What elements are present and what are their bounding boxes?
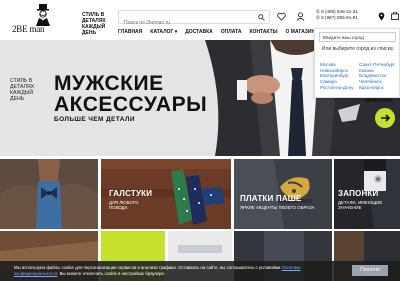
man-with-bowtie-photo — [0, 159, 98, 229]
cookie-text-tail: . Вы можете отключить cookie в настройка… — [57, 270, 165, 276]
hero-next-button[interactable] — [375, 108, 395, 128]
nav-item-catalog[interactable]: Каталог ▾ — [150, 29, 177, 39]
city-link[interactable]: Красноярск — [359, 85, 395, 91]
location-pin-icon[interactable] — [378, 12, 385, 21]
nav-item-payment[interactable]: Оплата — [221, 29, 242, 39]
tile-pocket-squares-subtitle: ЯРКИЕ АКЦЕНТЫ ТВОЕГО ОБРАЗА — [240, 205, 315, 210]
tile-cufflinks-title: ЗАПОНКИ — [338, 189, 379, 198]
cookie-accept-button[interactable]: Понятно — [352, 265, 388, 276]
search-box[interactable] — [118, 10, 270, 29]
cookie-banner: Мы используем файлы cookie для персонали… — [0, 261, 400, 281]
phone-numbers[interactable]: ✆ 8 (495) 648-31-31 ✆ 8 (967) 555-91-91 — [316, 9, 358, 21]
tile-pocket-squares[interactable]: ПЛАТКИ ПАШЕ ЯРКИЕ АКЦЕНТЫ ТВОЕГО ОБРАЗА — [234, 159, 332, 229]
page: 2BE man СТИЛЬ В ДЕТАЛЯХ КАЖДЫЙ ДЕНЬ ✆ 8 … — [0, 0, 400, 281]
phone-1-text[interactable]: 8 (495) 648-31-31 — [321, 9, 358, 14]
nav-item-home[interactable]: Главная — [118, 29, 142, 39]
user-icon[interactable] — [296, 12, 305, 21]
tile-ties-subtitle: ДЛЯ ЛЮБОГО ПОВОДА — [109, 200, 139, 210]
logo[interactable]: 2BE man — [12, 4, 72, 38]
city-link[interactable]: Санкт-Петербург — [359, 62, 395, 68]
slogan: СТИЛЬ В ДЕТАЛЯХ КАЖДЫЙ ДЕНЬ — [82, 12, 106, 36]
tile-ties-title: ГАЛСТУКИ — [109, 189, 153, 198]
phone-2-text[interactable]: 8 (967) 555-91-91 — [321, 15, 358, 20]
tile-cufflinks-subtitle: ДЕТАЛИ, ИМЕЮЩИЕ ЗНАЧЕНИЕ — [338, 200, 383, 210]
hero-tagline: СТИЛЬ В ДЕТАЛЯХ КАЖДЫЙ ДЕНЬ — [10, 78, 35, 102]
cart-icon[interactable] — [391, 12, 399, 20]
hero-title: МУЖСКИЕ АКСЕССУАРЫ — [54, 73, 207, 115]
gentleman-logo-icon — [36, 4, 50, 26]
arrow-right-icon — [381, 114, 391, 122]
hero-side-label: МОМЕНТОВ — [365, 98, 393, 103]
city-list-left: Москва Новосибирск Екатеринбург Самара Р… — [320, 62, 353, 91]
tile-cufflinks[interactable]: ЗАПОНКИ ДЕТАЛИ, ИМЕЮЩИЕ ЗНАЧЕНИЕ — [334, 159, 400, 229]
heart-icon[interactable] — [277, 12, 286, 21]
hero-subtitle: БОЛЬШЕ ЧЕМ ДЕТАЛИ — [54, 116, 135, 123]
cookie-text-main: Мы используем файлы cookie для персонали… — [14, 265, 281, 270]
search-icon[interactable] — [258, 14, 265, 21]
city-list-right: Санкт-Петербург Казань Владивосток Челяб… — [359, 62, 395, 91]
city-selector-dropdown: Или выберите город из списка: Москва Нов… — [314, 28, 400, 98]
tile-pocket-squares-title: ПЛАТКИ ПАШЕ — [240, 194, 302, 203]
nav-item-contacts[interactable]: Контакты — [250, 29, 278, 39]
city-input[interactable] — [319, 32, 396, 42]
tile-man-photo[interactable] — [0, 159, 98, 229]
phone-2[interactable]: ✆ 8 (967) 555-91-91 — [316, 15, 358, 21]
main-nav: Главная Каталог ▾ Доставка Оплата Контак… — [118, 29, 322, 39]
hero-title-line-1: МУЖСКИЕ — [54, 72, 164, 95]
cookie-text: Мы используем файлы cookie для персонали… — [14, 265, 344, 276]
search-input[interactable] — [119, 17, 249, 29]
city-prompt: Или выберите город из списка: — [321, 46, 395, 52]
logo-text: 2BE man — [12, 24, 45, 34]
city-link[interactable]: Ростов-на-Дону — [320, 85, 353, 91]
hero-title-line-2: АКСЕССУАРЫ — [54, 93, 208, 116]
tile-ties[interactable]: ГАЛСТУКИ ДЛЯ ЛЮБОГО ПОВОДА — [101, 159, 231, 229]
nav-item-delivery[interactable]: Доставка — [185, 29, 213, 39]
